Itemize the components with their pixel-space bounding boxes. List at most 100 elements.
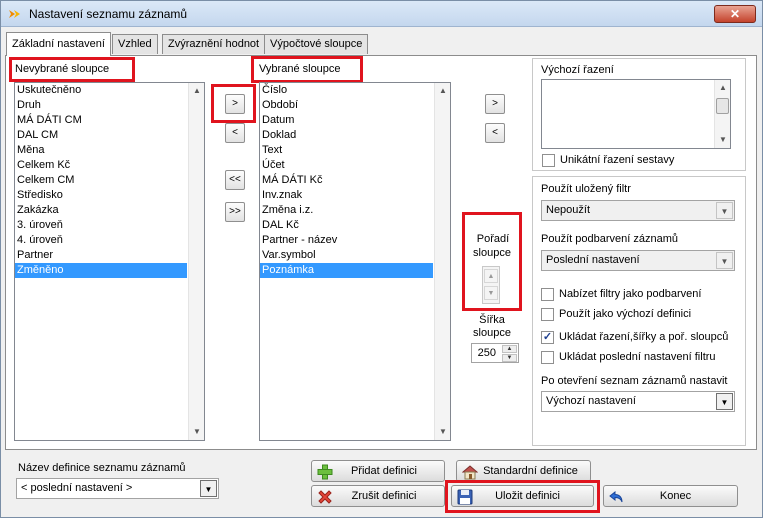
arrow-left-icon: < (492, 127, 498, 138)
list-item[interactable]: 4. úroveň (15, 233, 187, 248)
default-sort-scrollbar[interactable]: ▲ ▼ (714, 80, 730, 148)
list-item[interactable]: Doklad (260, 128, 433, 143)
list-item[interactable]: Celkem CM (15, 173, 187, 188)
definition-name-select[interactable]: < poslední nastavení > ▼ (16, 478, 219, 499)
list-item[interactable]: DAL CM (15, 128, 187, 143)
app-logo-icon (9, 10, 20, 18)
list-item[interactable]: MÁ DÁTI CM (15, 113, 187, 128)
standard-definition-label: Standardní definice (483, 465, 578, 477)
list-item[interactable]: Středisko (15, 188, 187, 203)
arrow-right-icon: > (232, 98, 238, 109)
tab-basic-settings[interactable]: Základní nastavení (6, 32, 111, 56)
list-item[interactable]: Změněno (15, 263, 187, 278)
record-coloring-label: Použít podbarvení záznamů (541, 233, 678, 245)
remove-sort-button[interactable]: < (485, 123, 505, 143)
list-item[interactable]: Var.symbol (260, 248, 433, 263)
record-coloring-select[interactable]: Poslední nastavení ▼ (541, 250, 735, 271)
column-width-spinner[interactable]: 250 ▲ ▼ (471, 343, 519, 363)
spin-up-icon[interactable]: ▲ (502, 345, 517, 353)
tab-computed-columns[interactable]: Výpočtové sloupce (264, 34, 369, 54)
option-checkbox-2[interactable]: ✓ (541, 331, 554, 344)
definition-name-value: < poslední nastavení > (21, 482, 133, 494)
scroll-up-arrow-icon[interactable]: ▲ (435, 83, 450, 99)
list-item[interactable]: Uskutečněno (15, 83, 187, 98)
tab-value-highlight[interactable]: Zvýraznění hodnot (162, 34, 266, 54)
option-label: Ukládat řazení,šířky a poř. sloupců (559, 331, 729, 343)
list-item[interactable]: MÁ DÁTI Kč (260, 173, 433, 188)
unique-sort-label: Unikátní řazení sestavy (560, 154, 675, 166)
delete-definition-button[interactable]: Zrušit definici (311, 485, 445, 507)
remove-column-button[interactable]: < (225, 123, 245, 143)
double-arrow-left-icon: << (229, 174, 241, 185)
list-item[interactable]: Celkem Kč (15, 158, 187, 173)
on-open-label: Po otevření seznam záznamů nastavit (541, 375, 728, 387)
list-item[interactable]: Období (260, 98, 433, 113)
highlight-box-selected-label (251, 56, 363, 83)
option-label: Použít jako výchozí definici (559, 308, 692, 320)
scroll-down-arrow-icon[interactable]: ▼ (189, 424, 204, 440)
list-item[interactable]: Datum (260, 113, 433, 128)
list-item[interactable]: DAL Kč (260, 218, 433, 233)
chevron-down-icon: ▼ (716, 202, 733, 219)
list-item[interactable]: Partner - název (260, 233, 433, 248)
column-order-label-line2: sloupce (473, 247, 511, 259)
dialog-window: Nastavení seznamu záznamů ✕ Základní nas… (0, 0, 763, 518)
option-checkbox-0[interactable] (541, 288, 554, 301)
add-definition-button[interactable]: Přidat definici (311, 460, 445, 482)
close-window-button[interactable]: ✕ (714, 5, 756, 23)
scroll-up-arrow-icon[interactable]: ▲ (715, 80, 730, 96)
add-sort-button[interactable]: > (485, 94, 505, 114)
unselected-list-scrollbar[interactable]: ▲ ▼ (188, 83, 204, 440)
column-width-value: 250 (477, 347, 496, 359)
selected-columns-list[interactable]: Číslo Období Datum Doklad Text Účet MÁ DÁTI Kč… (259, 82, 451, 441)
add-column-button[interactable]: > (225, 94, 245, 114)
list-item[interactable]: Měna (15, 143, 187, 158)
record-coloring-value: Poslední nastavení (546, 254, 640, 266)
column-width-label-line2: sloupce (473, 327, 511, 339)
list-item[interactable]: Inv.znak (260, 188, 433, 203)
spin-down-icon[interactable]: ▼ (502, 354, 517, 362)
option-checkbox-3[interactable] (541, 351, 554, 364)
list-item[interactable]: Zakázka (15, 203, 187, 218)
scroll-down-arrow-icon[interactable]: ▼ (435, 424, 450, 440)
close-dialog-button[interactable]: Konec (603, 485, 738, 507)
list-item[interactable]: Text (260, 143, 433, 158)
standard-definition-button[interactable]: Standardní definice (456, 460, 591, 482)
list-item[interactable]: Číslo (260, 83, 433, 98)
default-sort-list[interactable]: ▲ ▼ (541, 79, 731, 149)
list-item[interactable]: 3. úroveň (15, 218, 187, 233)
column-order-spinner: ▲ ▼ (482, 266, 500, 304)
list-item[interactable]: Změna i.z. (260, 203, 433, 218)
add-all-columns-button[interactable]: >> (225, 202, 245, 222)
delete-definition-label: Zrušit definici (351, 490, 417, 502)
saved-filter-select[interactable]: Nepoužít ▼ (541, 200, 735, 221)
move-column-up-button[interactable]: ▲ (484, 269, 498, 283)
on-open-select[interactable]: Výchozí nastavení ▼ (541, 391, 735, 412)
arrow-up-icon: ▲ (487, 273, 495, 280)
on-open-value: Výchozí nastavení (546, 395, 636, 407)
close-icon: ✕ (729, 7, 741, 21)
arrow-left-icon: < (232, 127, 238, 138)
column-order-label-line1: Pořadí (476, 233, 510, 245)
remove-all-columns-button[interactable]: << (225, 170, 245, 190)
title-bar[interactable]: Nastavení seznamu záznamů ✕ (1, 1, 762, 27)
scroll-up-arrow-icon[interactable]: ▲ (189, 83, 204, 99)
tab-label: Základní nastavení (12, 38, 105, 50)
saved-filter-label: Použít uložený filtr (541, 183, 631, 195)
selected-list-scrollbar[interactable]: ▲ ▼ (434, 83, 450, 440)
definition-name-label: Název definice seznamu záznamů (18, 462, 186, 474)
unique-sort-checkbox[interactable] (542, 154, 555, 167)
list-item[interactable]: Partner (15, 248, 187, 263)
scroll-down-arrow-icon[interactable]: ▼ (715, 132, 730, 148)
move-column-down-button[interactable]: ▼ (484, 286, 498, 300)
column-width-label-line1: Šířka (479, 314, 505, 326)
list-item[interactable]: Účet (260, 158, 433, 173)
list-item[interactable]: Druh (15, 98, 187, 113)
option-checkbox-1[interactable] (541, 308, 554, 321)
list-item[interactable]: Poznámka (260, 263, 433, 278)
add-definition-label: Přidat definici (350, 465, 418, 477)
tab-appearance[interactable]: Vzhled (112, 34, 158, 54)
arrow-down-icon: ▼ (487, 290, 495, 297)
scroll-thumb[interactable] (716, 98, 729, 114)
unselected-columns-list[interactable]: Uskutečněno Druh MÁ DÁTI CM DAL CM Měna Celke… (14, 82, 205, 441)
